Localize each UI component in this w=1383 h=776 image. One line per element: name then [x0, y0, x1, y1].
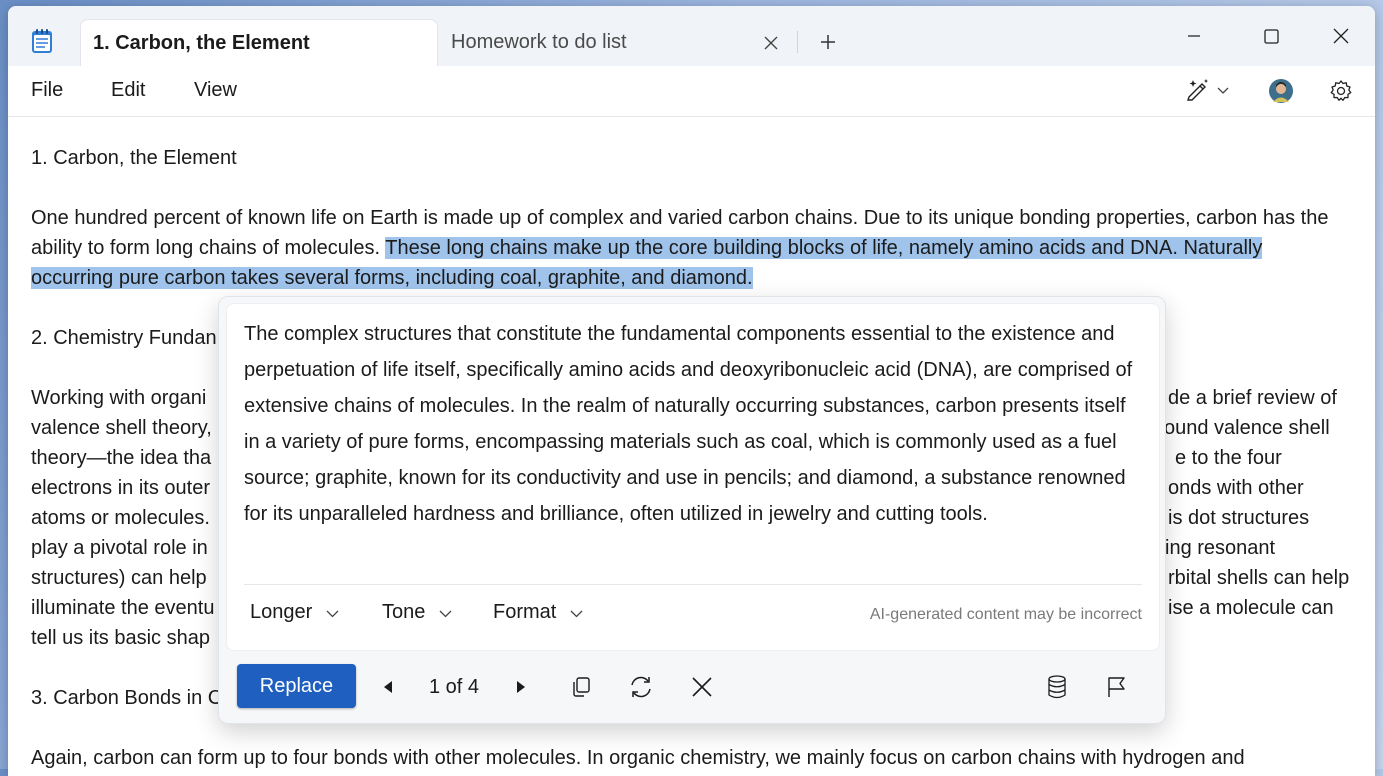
- text-line: ound valence shell: [1164, 417, 1330, 439]
- tab-homework[interactable]: Homework to do list: [451, 19, 751, 66]
- copilot-pen-icon: [1185, 77, 1211, 106]
- copy-icon[interactable]: [564, 670, 598, 704]
- chevron-down-icon: [570, 601, 583, 624]
- suggestion-card: The complex structures that constitute t…: [226, 303, 1160, 651]
- text-line: rbital shells can help: [1168, 567, 1350, 589]
- text-line: is dot structures: [1168, 507, 1310, 529]
- text-line: illuminate the eventu: [31, 597, 215, 619]
- copilot-rewrite-button[interactable]: [1182, 78, 1232, 104]
- text-line: play a pivotal role in: [31, 537, 208, 559]
- text-line: de a brief review of: [1168, 387, 1337, 409]
- regenerate-icon[interactable]: [624, 670, 658, 704]
- database-icon[interactable]: [1040, 670, 1074, 704]
- rewrite-panel: The complex structures that constitute t…: [218, 296, 1166, 724]
- notepad-icon: [31, 28, 53, 54]
- avatar[interactable]: [1268, 78, 1294, 104]
- chevron-down-icon: [326, 601, 339, 624]
- text-line: e to the four: [1175, 447, 1282, 469]
- tone-dropdown-label: Tone: [382, 601, 426, 623]
- menu-file[interactable]: File: [31, 79, 63, 102]
- ai-disclaimer: AI-generated content may be incorrect: [869, 606, 1142, 623]
- menu-bar: File Edit View: [8, 66, 1375, 117]
- text-line: theory—the idea tha: [31, 447, 212, 469]
- tab-carbon-element[interactable]: 1. Carbon, the Element: [80, 19, 438, 66]
- text-line: ise a molecule can: [1168, 597, 1334, 619]
- chevron-down-icon: [439, 601, 452, 624]
- maximize-icon[interactable]: [1249, 19, 1293, 53]
- plus-icon[interactable]: [816, 30, 840, 54]
- text-line: tell us its basic shap: [31, 627, 210, 649]
- text-line: onds with other: [1168, 477, 1304, 499]
- title-bar: 1. Carbon, the Element Homework to do li…: [8, 6, 1375, 66]
- text-line: ing resonant: [1165, 537, 1276, 559]
- divider: [244, 584, 1142, 585]
- tab-separator: [797, 31, 798, 53]
- prev-icon[interactable]: [371, 670, 405, 704]
- close-icon[interactable]: [760, 32, 782, 54]
- next-icon[interactable]: [504, 670, 538, 704]
- chevron-down-icon: [1217, 82, 1229, 100]
- suggestion-counter: 1 of 4: [429, 676, 480, 698]
- text-line: valence shell theory,: [31, 417, 212, 439]
- minimize-icon[interactable]: [1172, 19, 1216, 53]
- text-line: atoms or molecules.: [31, 507, 210, 529]
- length-dropdown[interactable]: Longer: [250, 601, 339, 624]
- replace-button[interactable]: Replace: [237, 664, 356, 708]
- text-line: electrons in its outer: [31, 477, 210, 499]
- menu-edit[interactable]: Edit: [111, 79, 145, 102]
- close-window-icon[interactable]: [1319, 19, 1363, 53]
- rewrite-suggestion-text: The complex structures that constitute t…: [244, 323, 1133, 525]
- tone-dropdown[interactable]: Tone: [382, 601, 452, 624]
- dismiss-icon[interactable]: [685, 670, 719, 704]
- text-line: Working with organi: [31, 387, 207, 409]
- paragraph-intro: One hundred percent of known life on Ear…: [31, 203, 1341, 293]
- flag-icon[interactable]: [1099, 670, 1133, 704]
- length-dropdown-label: Longer: [250, 601, 313, 623]
- menu-view[interactable]: View: [194, 79, 237, 102]
- tab-label: Homework to do list: [451, 31, 627, 53]
- heading-carbon-element: 1. Carbon, the Element: [31, 147, 237, 169]
- format-dropdown-label: Format: [493, 601, 557, 623]
- format-dropdown[interactable]: Format: [493, 601, 583, 624]
- tab-label: 1. Carbon, the Element: [93, 31, 310, 54]
- text-line: structures) can help: [31, 567, 207, 589]
- gear-icon[interactable]: [1328, 78, 1354, 104]
